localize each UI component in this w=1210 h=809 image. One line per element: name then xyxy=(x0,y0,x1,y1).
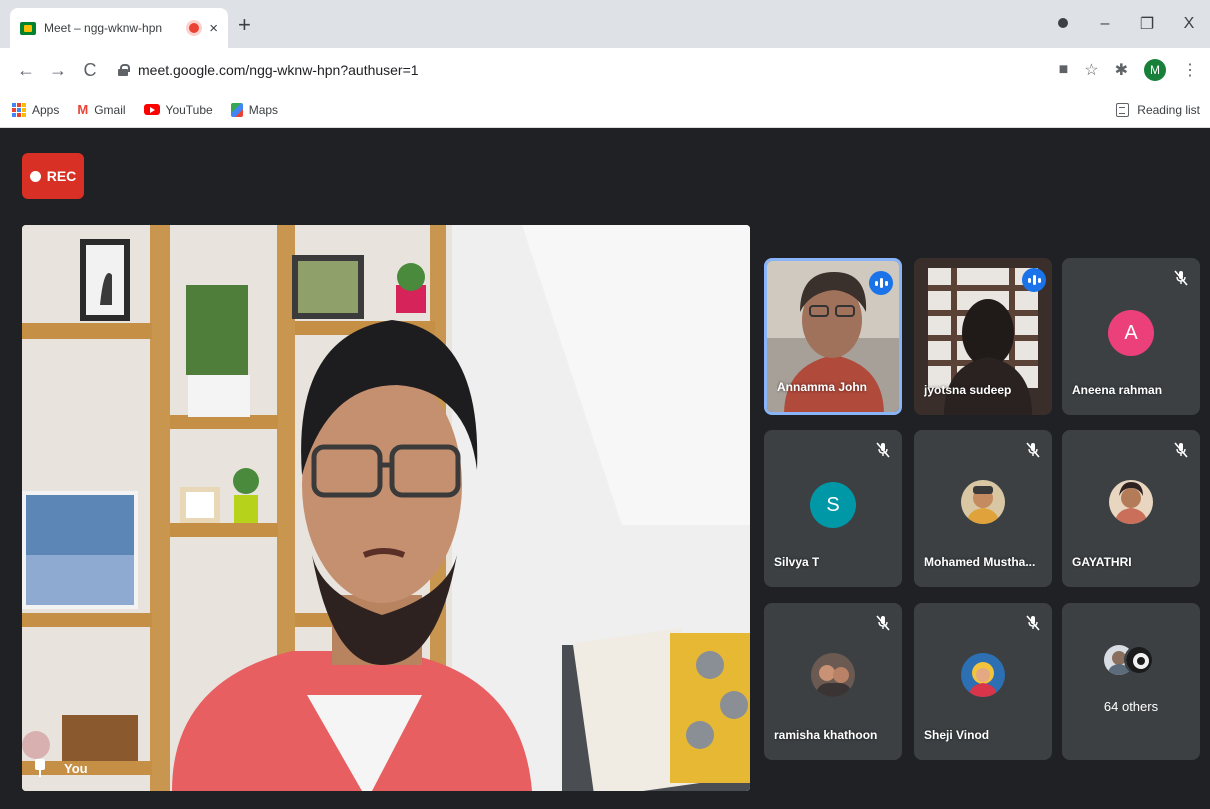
mic-off-icon xyxy=(876,442,890,458)
participant-avatar xyxy=(961,653,1005,698)
self-name: You xyxy=(64,760,88,776)
participant-name: Sheji Vinod xyxy=(924,728,990,742)
lock-icon[interactable] xyxy=(118,64,130,76)
self-video-tile[interactable]: You xyxy=(22,225,750,791)
tab-title: Meet – ngg-wknw-hpn xyxy=(44,21,163,35)
participant-name: Mohamed Mustha... xyxy=(924,555,1036,569)
bookmark-gmail[interactable]: M Gmail xyxy=(77,102,125,117)
address-bar[interactable]: meet.google.com/ngg-wknw-hpn?authuser=1 xyxy=(118,62,419,78)
participant-tile-gayathri[interactable]: GAYATHRI xyxy=(1062,430,1200,587)
participant-name: GAYATHRI xyxy=(1072,555,1132,569)
participant-name: Aneena rahman xyxy=(1072,383,1163,397)
browser-tab-meet[interactable]: Meet – ngg-wknw-hpn × xyxy=(10,8,228,48)
new-tab-button[interactable]: + xyxy=(238,14,251,36)
participant-name: Annamma John xyxy=(777,380,868,394)
others-avatar-2 xyxy=(1124,645,1154,675)
cast-icon[interactable]: ■ xyxy=(1059,61,1069,79)
recording-label: REC xyxy=(46,168,77,184)
tab-close-button[interactable]: × xyxy=(209,20,218,37)
forward-button[interactable]: → xyxy=(42,60,74,81)
meet-favicon-icon xyxy=(20,21,36,35)
participant-name: Silvya T xyxy=(774,555,820,569)
reading-list-icon xyxy=(1116,103,1130,117)
bookmarks-bar: Apps M Gmail YouTube Maps Reading list xyxy=(0,92,1210,128)
recording-indicator-icon xyxy=(189,23,200,33)
bookmark-youtube-label: YouTube xyxy=(165,102,213,117)
back-button[interactable]: ← xyxy=(10,60,42,81)
participant-avatar: A xyxy=(1108,310,1154,357)
window-controls: – ❐ X xyxy=(1042,0,1210,48)
participant-tile-ramisha-khathoon[interactable]: ramisha khathoon xyxy=(764,603,902,760)
recording-badge[interactable]: REC xyxy=(22,153,84,199)
browser-toolbar: ← → C meet.google.com/ngg-wknw-hpn?authu… xyxy=(0,48,1210,92)
bookmark-apps-label: Apps xyxy=(32,102,60,117)
speaking-indicator-icon xyxy=(1022,268,1046,292)
gmail-icon: M xyxy=(77,102,89,117)
participant-tile-silvya-t[interactable]: S Silvya T xyxy=(764,430,902,587)
chrome-menu-icon[interactable]: ⋮ xyxy=(1182,60,1198,80)
mic-off-icon xyxy=(876,615,890,631)
bookmark-star-icon[interactable]: ☆ xyxy=(1084,60,1098,80)
participant-avatar xyxy=(1109,480,1153,525)
mic-off-icon xyxy=(1174,270,1188,286)
others-tile[interactable]: 64 others xyxy=(1062,603,1200,760)
close-window-button[interactable]: X xyxy=(1168,15,1210,33)
mic-off-icon xyxy=(1026,442,1040,458)
participant-tile-annamma-john[interactable]: Annamma John xyxy=(764,258,902,415)
bookmark-maps-label: Maps xyxy=(248,102,279,117)
mic-off-icon xyxy=(1174,442,1188,458)
maps-icon xyxy=(230,102,243,117)
participant-tile-mohamed-mustha[interactable]: Mohamed Mustha... xyxy=(914,430,1052,587)
others-count-label: 64 others xyxy=(1103,699,1159,714)
bookmark-youtube[interactable]: YouTube xyxy=(143,102,213,117)
restore-button[interactable]: ❐ xyxy=(1126,14,1168,34)
reload-button[interactable]: C xyxy=(74,60,106,81)
profile-avatar[interactable]: M xyxy=(1144,59,1166,81)
minimize-button[interactable]: – xyxy=(1084,15,1126,33)
speaking-indicator-icon xyxy=(869,271,893,295)
participant-name: jyotsna sudeep xyxy=(924,383,1012,397)
participant-avatar: S xyxy=(810,482,856,529)
record-dot-icon xyxy=(29,170,41,182)
url-text: meet.google.com/ngg-wknw-hpn?authuser=1 xyxy=(138,62,419,78)
toolbar-actions: ■ ☆ ✱ M ⋮ xyxy=(1059,48,1198,92)
self-video-feed xyxy=(22,225,750,791)
participant-avatar xyxy=(961,480,1005,525)
reading-list-label: Reading list xyxy=(1137,103,1200,117)
youtube-icon xyxy=(143,104,160,115)
bookmark-gmail-label: Gmail xyxy=(94,102,126,117)
mic-off-icon xyxy=(1026,615,1040,631)
self-name-label: You xyxy=(34,759,88,777)
participant-tile-aneena-rahman[interactable]: A Aneena rahman xyxy=(1062,258,1200,415)
participant-tile-jyotsna-sudeep[interactable]: jyotsna sudeep xyxy=(914,258,1052,415)
profile-icon[interactable] xyxy=(1042,15,1084,33)
bookmark-maps[interactable]: Maps xyxy=(230,102,279,117)
participant-tile-sheji-vinod[interactable]: Sheji Vinod xyxy=(914,603,1052,760)
participant-avatar xyxy=(811,653,855,698)
meet-stage: REC You Annamma John jyotsna sudeep A An… xyxy=(0,129,1210,809)
pin-icon[interactable] xyxy=(34,759,46,777)
tab-strip: Meet – ngg-wknw-hpn × + – ❐ X xyxy=(0,0,1210,48)
extensions-icon[interactable]: ✱ xyxy=(1115,60,1128,80)
reading-list-button[interactable]: Reading list xyxy=(1116,92,1200,128)
participant-name: ramisha khathoon xyxy=(774,728,878,742)
bookmark-apps[interactable]: Apps xyxy=(12,102,60,117)
apps-grid-icon xyxy=(12,102,26,117)
